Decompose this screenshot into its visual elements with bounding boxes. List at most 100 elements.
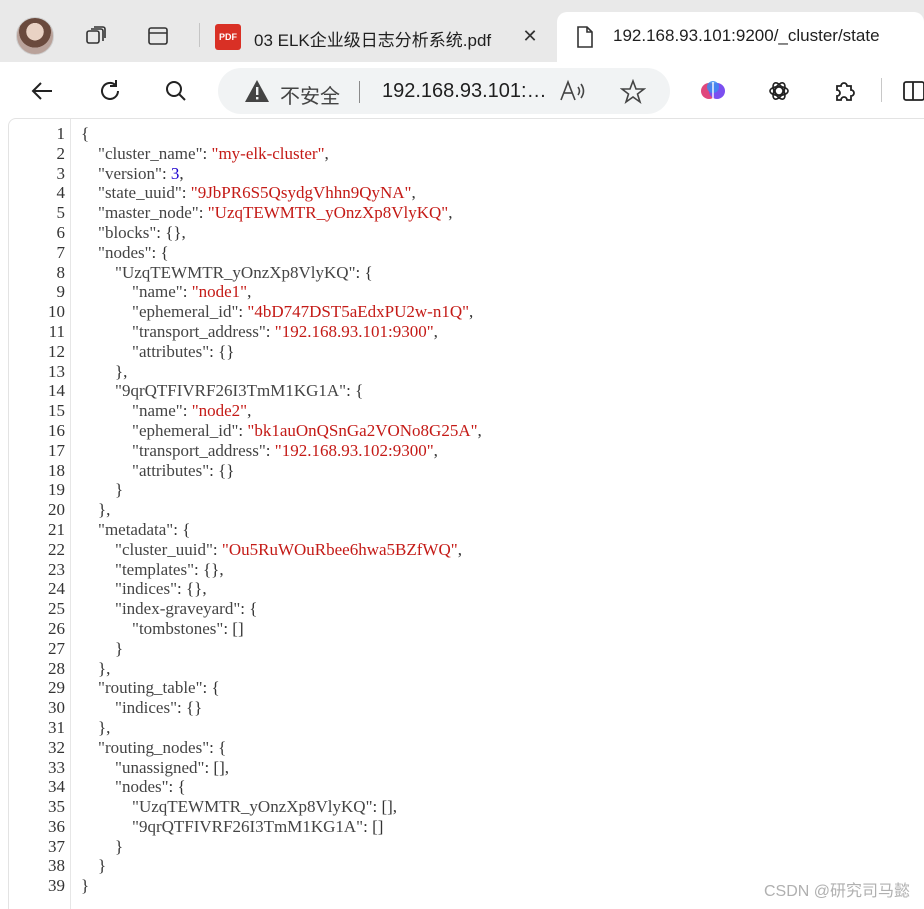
- line-number: 24: [48, 579, 65, 599]
- line-number: 37: [48, 836, 65, 856]
- line-number: 11: [48, 321, 65, 341]
- json-string-value: "9JbPR6S5QsydgVhhn9QyNA": [190, 183, 412, 203]
- code-text: "blocks": {},: [98, 222, 186, 242]
- read-aloud-icon[interactable]: [559, 79, 587, 107]
- url-text[interactable]: 192.168.93.101:9200/_cluster/state: [382, 80, 554, 103]
- json-key: "9qrQTFIVRF26I3TmM1KG1A": [115, 381, 347, 401]
- line-number: 22: [48, 539, 65, 559]
- code-text: },: [81, 361, 128, 381]
- line-number: 35: [48, 797, 65, 817]
- line-number: 12: [48, 341, 65, 361]
- code-text: },: [81, 658, 111, 678]
- line-number: 27: [48, 638, 65, 658]
- code-text: "UzqTEWMTR_yOnzXp8VlyKQ": [],: [132, 797, 398, 817]
- openai-button[interactable]: [764, 76, 794, 106]
- line-number: 10: [48, 302, 65, 322]
- json-string-value: "node2": [191, 401, 248, 421]
- line-number: 17: [48, 440, 65, 460]
- close-tab-icon[interactable]: ✕: [518, 25, 542, 49]
- brain-icon: [701, 81, 725, 100]
- code-text: "index-graveyard": {: [115, 599, 258, 619]
- json-key: "name": [132, 401, 183, 421]
- copilot-button[interactable]: [698, 76, 728, 106]
- line-number: 3: [56, 163, 66, 183]
- page-content: 1{2 "cluster_name": "my-elk-cluster", 3 "…: [8, 118, 924, 909]
- reload-button[interactable]: [95, 76, 125, 106]
- code-text: }: [81, 836, 124, 856]
- tab-cluster-state[interactable]: 192.168.93.101:9200/_cluster/state: [557, 12, 924, 62]
- json-key: "nodes": [115, 777, 169, 797]
- json-key: "blocks": [98, 222, 157, 242]
- json-key: "indices": [115, 579, 178, 599]
- line-number: 31: [48, 717, 65, 737]
- favorite-star-icon[interactable]: [619, 78, 647, 109]
- code-text: "transport_address": "192.168.93.102:930…: [132, 440, 438, 460]
- back-arrow-icon: [31, 82, 52, 100]
- code-text: "attributes": {}: [132, 460, 235, 480]
- json-key: "routing_table": [98, 678, 203, 698]
- code-text: "indices": {},: [115, 579, 207, 599]
- json-number-value: 3: [170, 163, 180, 183]
- code-text: "ephemeral_id": "bk1auOnQSnGa2VONo8G25A"…: [132, 420, 482, 440]
- tab-actions-icon[interactable]: [146, 24, 170, 48]
- profile-avatar[interactable]: [16, 17, 54, 55]
- code-text: "version": 3,: [98, 163, 184, 183]
- split-screen-icon: [903, 81, 924, 101]
- code-text: "name": "node1",: [132, 282, 252, 302]
- json-key: "cluster_uuid": [115, 539, 213, 559]
- workspaces-icon[interactable]: [84, 24, 108, 48]
- json-key: "9qrQTFIVRF26I3TmM1KG1A": [132, 816, 364, 836]
- tab-separator: [199, 23, 200, 47]
- line-number: 33: [48, 757, 65, 777]
- json-key: "name": [132, 282, 183, 302]
- code-text: "nodes": {: [115, 777, 186, 797]
- search-button[interactable]: [161, 76, 191, 106]
- line-number: 7: [56, 242, 66, 262]
- line-number: 6: [56, 222, 66, 242]
- json-key: "indices": [115, 698, 178, 718]
- code-text: "cluster_uuid": "Ou5RuWOuRbee6hwa5BZfWQ"…: [115, 539, 462, 559]
- code-text: "templates": {},: [115, 559, 224, 579]
- line-number: 4: [56, 183, 66, 203]
- json-key: "ephemeral_id": [132, 420, 239, 440]
- line-number: 30: [48, 698, 65, 718]
- code-text: "transport_address": "192.168.93.101:930…: [132, 321, 438, 341]
- line-number: 14: [48, 381, 65, 401]
- warning-icon[interactable]: [244, 79, 270, 107]
- toolbar-separator: [881, 78, 882, 102]
- address-bar[interactable]: 不安全 192.168.93.101:9200/_cluster/state: [218, 68, 670, 114]
- line-number: 32: [48, 737, 65, 757]
- split-screen-button[interactable]: [898, 76, 924, 106]
- code-text: }: [81, 638, 124, 658]
- code-text: "routing_table": {: [98, 678, 220, 698]
- code-text: },: [81, 500, 111, 520]
- json-key: "nodes": [98, 242, 152, 262]
- extensions-button[interactable]: [830, 76, 860, 106]
- reload-icon: [101, 80, 119, 100]
- line-number: 34: [48, 777, 65, 797]
- line-number-gutter: [70, 119, 71, 909]
- tab-title: 03 ELK企业级日志分析系统.pdf: [254, 31, 492, 50]
- json-key: "transport_address": [132, 440, 266, 460]
- json-key: "templates": [115, 559, 195, 579]
- line-number: 28: [48, 658, 65, 678]
- code-text: "9qrQTFIVRF26I3TmM1KG1A": []: [132, 816, 384, 836]
- search-icon: [166, 81, 186, 101]
- browser-toolbar: 不安全 192.168.93.101:9200/_cluster/state: [0, 62, 924, 118]
- code-text: "cluster_name": "my-elk-cluster",: [98, 143, 329, 163]
- json-key: "master_node": [98, 203, 199, 223]
- security-status[interactable]: 不安全: [280, 80, 340, 109]
- json-key: "index-graveyard": [115, 599, 241, 619]
- line-number: 16: [48, 420, 65, 440]
- code-text: }: [81, 876, 90, 896]
- code-text: "name": "node2",: [132, 401, 252, 421]
- address-divider: [359, 81, 360, 103]
- line-number: 20: [48, 500, 65, 520]
- back-button[interactable]: [28, 76, 58, 106]
- tab-pdf-document[interactable]: PDF 03 ELK企业级日志分析系统.pdf ✕: [206, 12, 550, 62]
- line-number: 5: [56, 203, 66, 223]
- code-text: }: [81, 856, 107, 876]
- json-key: "metadata": [98, 519, 174, 539]
- json-string-value: "UzqTEWMTR_yOnzXp8VlyKQ": [207, 203, 449, 223]
- code-text: "tombstones": []: [132, 618, 244, 638]
